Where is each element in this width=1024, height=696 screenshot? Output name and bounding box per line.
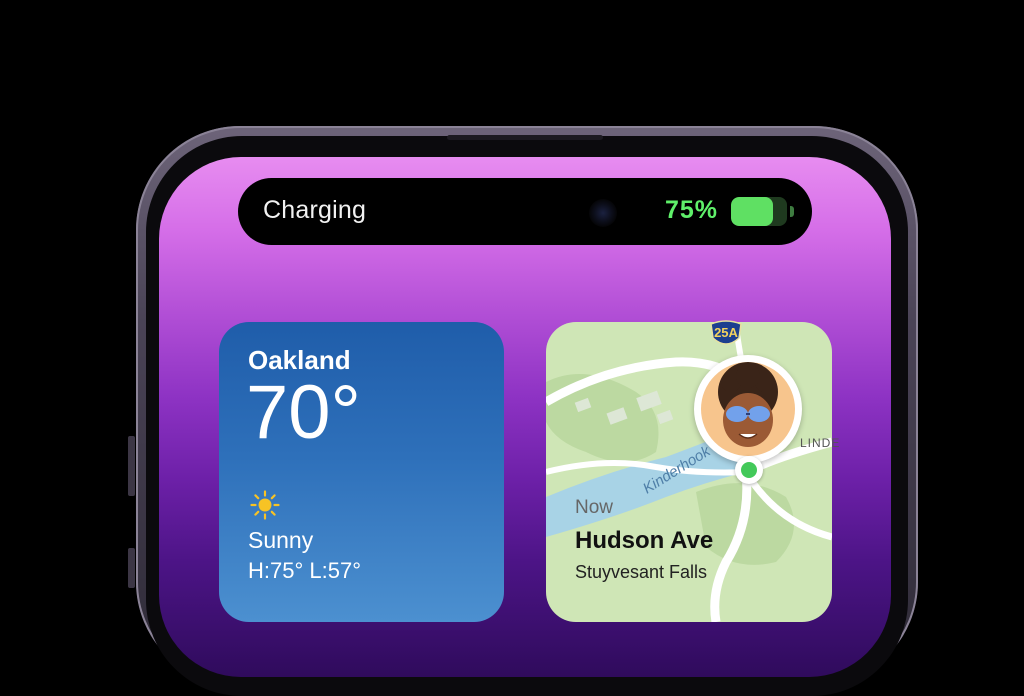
road-label: LINDE (800, 436, 841, 450)
front-camera (589, 199, 617, 227)
earpiece-speaker (447, 135, 603, 140)
memoji-icon (718, 362, 778, 447)
battery-terminal (790, 206, 794, 217)
battery-icon (731, 197, 787, 226)
battery-percentage: 75% (665, 196, 719, 224)
memoji-face (701, 362, 795, 456)
weather-condition: Sunny (248, 527, 314, 553)
battery-level-fill (731, 197, 773, 226)
location-pin-dot (741, 462, 757, 478)
charging-label: Charging (263, 196, 367, 224)
action-button (128, 436, 135, 496)
volume-button (128, 548, 135, 588)
weather-temperature: 70° (246, 370, 361, 455)
location-time-label: Now (575, 497, 614, 518)
location-town: Stuyvesant Falls (575, 562, 708, 582)
weather-high-low: H:75° L:57° (248, 558, 361, 583)
sun-icon (250, 490, 280, 520)
location-street: Hudson Ave (575, 527, 714, 554)
route-shield-label: 25A (714, 325, 738, 340)
